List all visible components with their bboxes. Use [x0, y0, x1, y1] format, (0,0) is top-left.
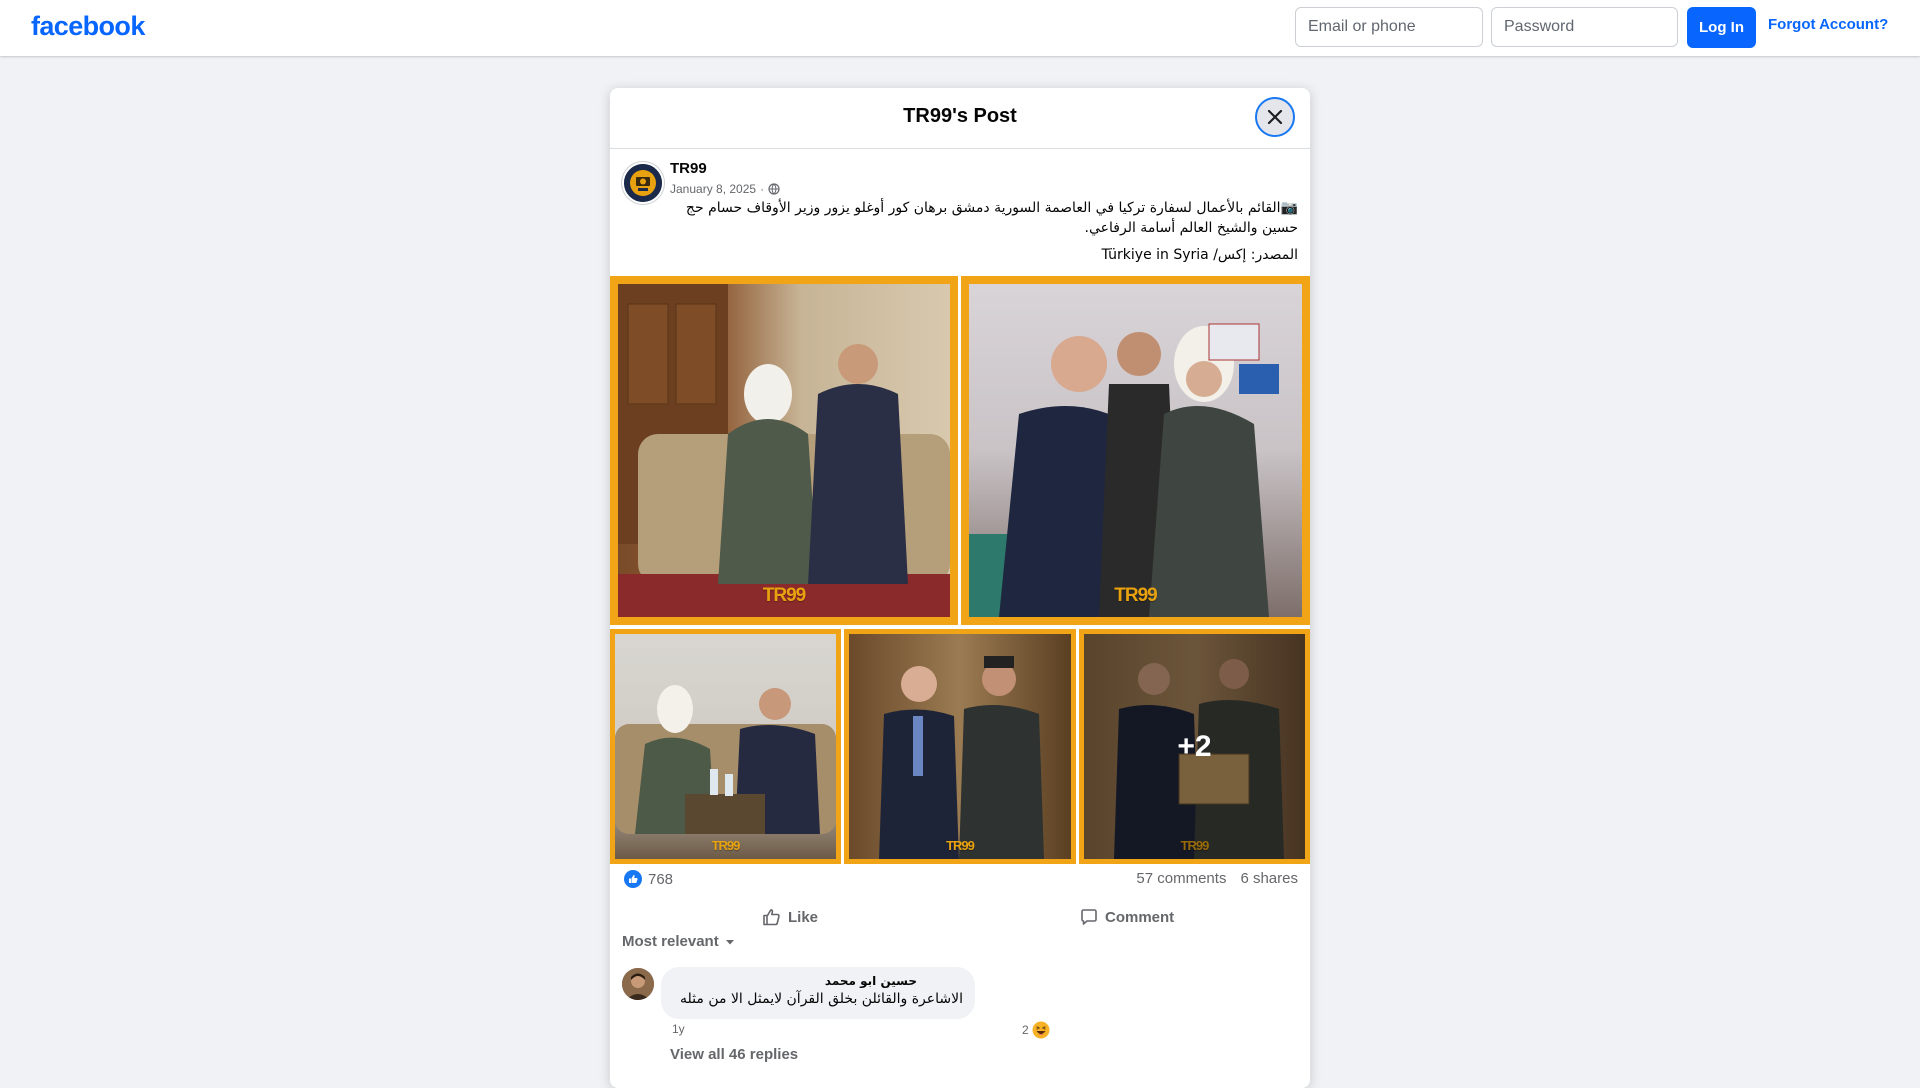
facebook-logo[interactable]: facebook: [31, 11, 145, 42]
post-photo-4[interactable]: TR99: [844, 629, 1076, 864]
reaction-summary[interactable]: 768: [624, 870, 673, 888]
top-bar: facebook Log In Forgot Account?: [0, 0, 1920, 56]
commenter-photo: [622, 968, 654, 1000]
author-name[interactable]: TR99: [670, 160, 707, 177]
dialog-header: TR99's Post: [610, 88, 1310, 149]
photo-watermark: TR99: [946, 838, 975, 853]
comment-sort-dropdown[interactable]: Most relevant: [622, 933, 735, 950]
email-input[interactable]: [1295, 7, 1483, 47]
post-dialog: TR99's Post TR99 January 8, 2025 · 📷القا…: [610, 88, 1310, 1088]
reactions-count: 768: [648, 870, 674, 888]
meta-separator: ·: [760, 182, 765, 196]
shares-count[interactable]: 6 shares: [1240, 870, 1298, 887]
commenter-avatar[interactable]: [622, 968, 654, 1000]
comment-label: Comment: [1105, 908, 1175, 926]
comment-text: الاشاعرة والقائلن بخلق القرآن لايمثل الا…: [680, 991, 963, 1007]
comment-reaction-count: 2: [1022, 1023, 1029, 1037]
post-meta: January 8, 2025 ·: [670, 182, 780, 196]
post-photo-2[interactable]: TR99: [961, 276, 1310, 625]
like-reaction-icon: [624, 870, 642, 888]
globe-icon: [768, 183, 780, 195]
engagement-counts: 57 comments 6 shares: [1136, 870, 1298, 887]
post-date[interactable]: January 8, 2025: [670, 182, 756, 196]
view-replies-link[interactable]: View all 46 replies: [670, 1046, 798, 1063]
post-photo-3[interactable]: TR99: [610, 629, 841, 864]
close-button[interactable]: [1255, 97, 1295, 137]
password-input[interactable]: [1491, 7, 1678, 47]
photo-watermark: TR99: [1114, 585, 1157, 606]
photo-watermark: TR99: [711, 838, 741, 853]
haha-reaction-icon: [1032, 1021, 1050, 1039]
comment-icon: [1081, 909, 1097, 925]
post-source: المصدر: إكس/ Türkiye in Syria: [1101, 247, 1298, 263]
like-button[interactable]: Like: [762, 900, 818, 934]
post-photo-1[interactable]: TR99: [610, 276, 958, 625]
caret-down-icon: [725, 939, 734, 944]
photo-watermark: TR99: [762, 585, 806, 606]
photo-4-image: [879, 656, 1044, 859]
like-label: Like: [788, 908, 819, 926]
photo-2-image: [969, 323, 1279, 617]
comment-reactions[interactable]: 2: [1022, 1021, 1050, 1039]
close-icon: [1267, 109, 1283, 125]
photo-3-image: [615, 685, 836, 834]
dialog-title: TR99's Post: [903, 105, 1017, 127]
sort-label: Most relevant: [622, 933, 719, 950]
post-body: 📷القائم بالأعمال لسفارة تركيا في العاصمة…: [685, 200, 1298, 236]
login-button[interactable]: Log In: [1687, 7, 1756, 48]
photo-1-image: [618, 284, 950, 617]
commenter-name[interactable]: حسين ابو محمد: [825, 974, 917, 988]
comment-button[interactable]: Comment: [1079, 900, 1174, 934]
more-photos-overlay[interactable]: +2: [1084, 634, 1305, 859]
post-text: 📷القائم بالأعمال لسفارة تركيا في العاصمة…: [650, 198, 1298, 265]
comment-time[interactable]: 1y: [672, 1022, 685, 1036]
comments-count[interactable]: 57 comments: [1136, 870, 1226, 887]
post-photo-5[interactable]: TR99 +2: [1079, 629, 1310, 864]
tr99-logo-icon: [624, 164, 662, 202]
forgot-account-link[interactable]: Forgot Account?: [1768, 16, 1888, 33]
thumbs-up-icon: [763, 909, 780, 926]
comment-bubble: حسين ابو محمد الاشاعرة والقائلن بخلق الق…: [661, 967, 975, 1019]
